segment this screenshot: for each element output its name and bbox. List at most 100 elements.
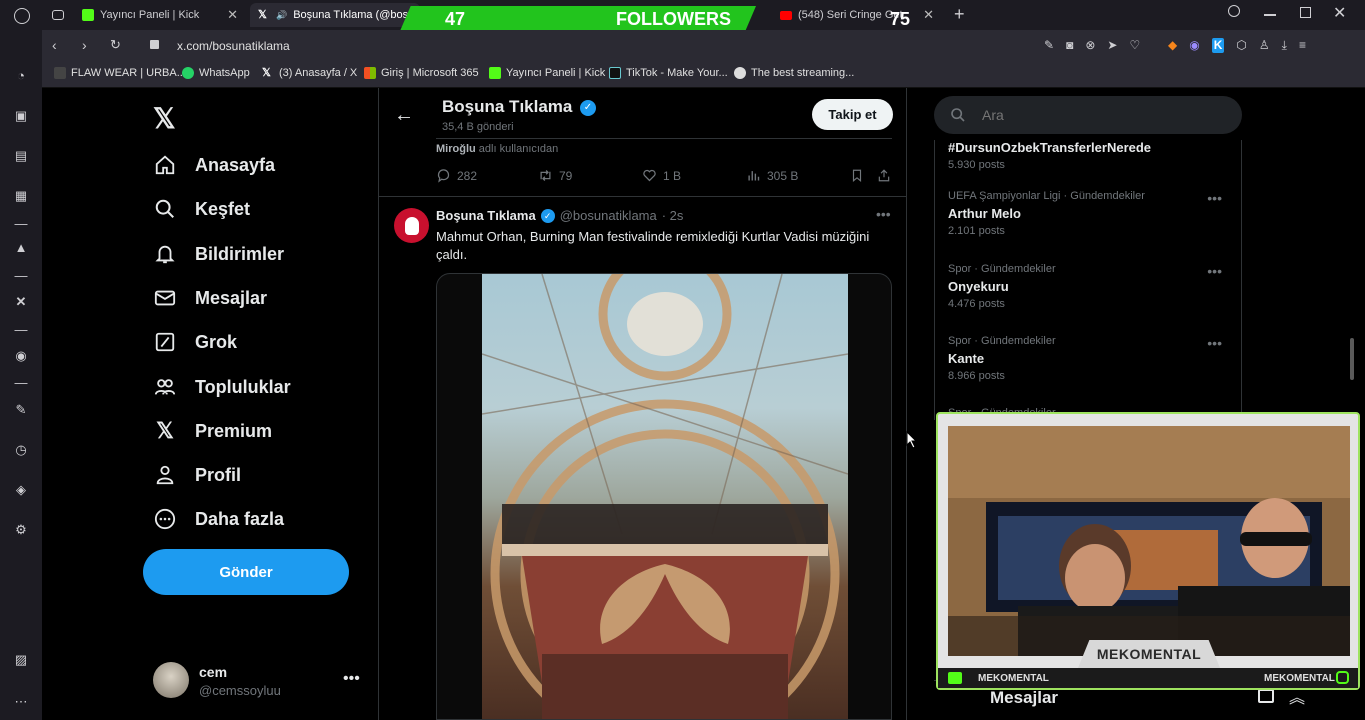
bookmark-label: TikTok - Make Your... bbox=[626, 67, 728, 79]
tab-x-active[interactable]: 𝕏 🔊 Boşuna Tıklama (@bos ✕ bbox=[250, 3, 420, 27]
close-window-icon[interactable]: ✕ bbox=[1333, 3, 1346, 23]
share-icon[interactable] bbox=[877, 168, 891, 186]
tab-youtube[interactable]: (548) Seri Cringe Get ✕ bbox=[772, 3, 942, 27]
workspace-icon[interactable] bbox=[14, 8, 30, 24]
bookmark-x[interactable]: 𝕏 (3) Anasayfa / X bbox=[262, 67, 357, 79]
webcam-title-plate: MEKOMENTAL bbox=[1078, 640, 1220, 668]
bookmark-tiktok[interactable]: TikTok - Make Your... bbox=[609, 67, 728, 79]
nav-premium[interactable]: 𝕏 Premium bbox=[153, 418, 272, 443]
tweet-more-icon[interactable]: ••• bbox=[876, 206, 891, 222]
new-message-icon[interactable] bbox=[1258, 689, 1274, 703]
cube-icon[interactable]: ◈ bbox=[13, 482, 29, 498]
cube-icon[interactable]: ⬡ bbox=[1236, 38, 1246, 53]
follow-button[interactable]: Takip et bbox=[812, 99, 893, 130]
bookmark-icon[interactable] bbox=[850, 168, 864, 186]
reply-button[interactable]: 282 bbox=[436, 168, 477, 183]
tweet-author-name[interactable]: Boşuna Tıklama bbox=[436, 208, 536, 223]
x-icon: 𝕏 bbox=[258, 9, 267, 21]
trend-more-icon[interactable]: ••• bbox=[1207, 190, 1222, 206]
metamask-icon[interactable]: ◆ bbox=[1168, 38, 1177, 53]
microsoft-icon bbox=[364, 67, 376, 79]
forward-icon[interactable]: › bbox=[82, 37, 87, 53]
nav-home[interactable]: Anasayfa bbox=[153, 153, 275, 177]
tab-overview-icon[interactable] bbox=[52, 10, 64, 20]
reload-icon[interactable]: ↻ bbox=[110, 37, 121, 53]
note-author[interactable]: Miroğlu bbox=[436, 143, 476, 155]
x-logo[interactable]: 𝕏 bbox=[153, 102, 176, 135]
webcam-right-tag: MEKOMENTAL bbox=[1264, 673, 1335, 684]
trend-item[interactable]: Spor · Gündemdekiler Kante 8.966 posts •… bbox=[948, 335, 1238, 382]
url-field[interactable]: x.com/bosunatiklama bbox=[177, 39, 290, 53]
divider: — bbox=[14, 216, 28, 231]
speed-dial-icon[interactable]: ◔ bbox=[13, 68, 29, 84]
history-icon[interactable]: ◷ bbox=[13, 442, 29, 458]
nav-grok[interactable]: Grok bbox=[153, 330, 237, 354]
retweet-button[interactable]: 79 bbox=[538, 168, 572, 183]
tweet-time[interactable]: · 2s bbox=[662, 208, 684, 223]
nav-profile[interactable]: Profil bbox=[153, 463, 241, 487]
edit-icon[interactable]: ✎ bbox=[13, 402, 29, 418]
post-button[interactable]: Gönder bbox=[143, 549, 349, 595]
back-arrow-icon[interactable]: ← bbox=[394, 104, 414, 127]
bookmark-whatsapp[interactable]: WhatsApp bbox=[182, 67, 250, 79]
extension-icon[interactable]: ◉ bbox=[1189, 38, 1199, 53]
nav-explore[interactable]: Keşfet bbox=[153, 197, 250, 221]
video-player[interactable] bbox=[482, 274, 848, 719]
player-icon[interactable]: ◉ bbox=[13, 348, 29, 364]
trend-item[interactable]: Spor · Gündemdekiler Onyekuru 4.476 post… bbox=[948, 263, 1238, 310]
views-button[interactable]: 305 B bbox=[746, 168, 798, 183]
youtube-icon bbox=[780, 10, 792, 20]
tab-kick[interactable]: Yayıncı Paneli | Kick ✕ bbox=[74, 3, 246, 27]
followers-left-count: 47 bbox=[445, 9, 466, 29]
trend-more-icon[interactable]: ••• bbox=[1207, 263, 1222, 279]
close-icon[interactable]: ✕ bbox=[227, 7, 238, 23]
nav-messages[interactable]: Mesajlar bbox=[153, 286, 267, 310]
x-icon[interactable]: ✕ bbox=[13, 294, 29, 310]
bookmark-streaming[interactable]: The best streaming... bbox=[734, 67, 854, 79]
more-icon[interactable]: ⋯ bbox=[13, 694, 29, 710]
search-input[interactable] bbox=[982, 105, 1222, 125]
send-icon[interactable]: ➤ bbox=[1107, 38, 1117, 52]
settings-icon[interactable]: ⚙ bbox=[13, 522, 29, 538]
bookmark-microsoft[interactable]: Giriş | Microsoft 365 bbox=[364, 67, 479, 79]
trend-more-icon[interactable]: ••• bbox=[1207, 335, 1222, 351]
flame-icon[interactable]: ▲ bbox=[13, 240, 29, 256]
bookmark-label: The best streaming... bbox=[751, 67, 855, 79]
close-icon[interactable]: ✕ bbox=[923, 7, 934, 23]
download-icon[interactable]: ⤓ bbox=[1282, 38, 1287, 53]
bag-icon[interactable]: ▣ bbox=[13, 108, 29, 124]
webcam-scene bbox=[948, 426, 1350, 656]
edit-icon[interactable]: ✎ bbox=[1044, 38, 1054, 52]
tweet-handle[interactable]: @bosunatiklama bbox=[560, 208, 657, 223]
trend-item[interactable]: UEFA Şampiyonlar Ligi · Gündemdekiler Ar… bbox=[948, 190, 1238, 237]
tweet-media-frame[interactable] bbox=[436, 273, 892, 720]
new-tab-icon[interactable]: + bbox=[954, 4, 965, 25]
container-icon[interactable]: ▦ bbox=[13, 188, 29, 204]
back-icon[interactable]: ‹ bbox=[52, 37, 57, 53]
nav-communities[interactable]: Topluluklar bbox=[153, 375, 291, 399]
search-box[interactable] bbox=[934, 96, 1242, 134]
browser-sidebar: ◔ ▣ ▤ ▦ — ▲ — ✕ — ◉ — ✎ ◷ ◈ ⚙ ▨ ⋯ bbox=[0, 30, 42, 720]
scrollbar[interactable] bbox=[1350, 338, 1354, 380]
restore-icon[interactable] bbox=[1300, 7, 1311, 18]
camera-icon[interactable]: ◙ bbox=[1066, 38, 1073, 52]
profile-icon[interactable]: ♙ bbox=[1259, 38, 1270, 53]
menu-icon[interactable]: ≡ bbox=[1299, 38, 1306, 53]
k-extension-icon[interactable]: K bbox=[1211, 38, 1225, 53]
nav-more[interactable]: Daha fazla bbox=[153, 507, 284, 531]
bookmark-kick[interactable]: Yayıncı Paneli | Kick bbox=[489, 67, 605, 79]
search-icon[interactable] bbox=[1228, 5, 1240, 17]
webcam-overlay: MEKOMENTAL MEKOMENTAL MEKOMENTAL bbox=[936, 412, 1360, 690]
trend-item[interactable]: #DursunOzbekTransferlerNerede 5.930 post… bbox=[948, 136, 1238, 171]
block-icon[interactable]: ⊗ bbox=[1085, 38, 1095, 52]
account-switcher[interactable]: cem @cemssoyluu ••• bbox=[153, 660, 365, 700]
bookmark-flaw-wear[interactable]: FLAW WEAR | URBA... bbox=[54, 67, 186, 79]
heart-icon[interactable]: ♡ bbox=[1129, 38, 1140, 52]
trend-category: Spor · Gündemdekiler bbox=[948, 335, 1056, 347]
twitch-icon[interactable]: ▤ bbox=[13, 148, 29, 164]
image-icon[interactable]: ▨ bbox=[13, 652, 29, 668]
tweet-avatar[interactable] bbox=[394, 208, 429, 243]
minimize-icon[interactable] bbox=[1264, 14, 1276, 16]
nav-notifications[interactable]: Bildirimler bbox=[153, 242, 284, 266]
like-button[interactable]: 1 B bbox=[642, 168, 681, 183]
